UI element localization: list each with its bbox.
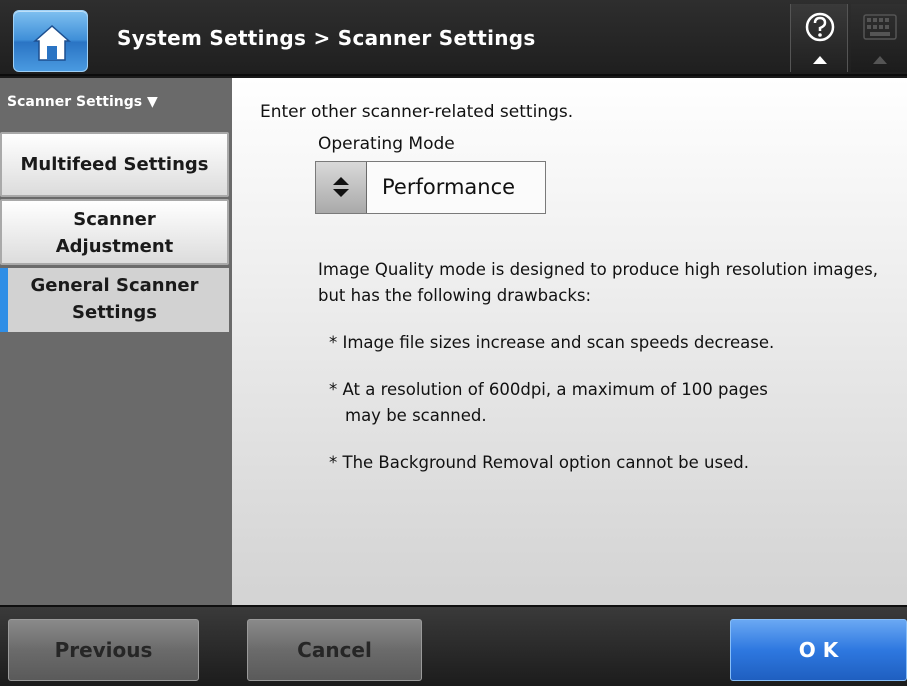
sidebar: Scanner Settings ▼ Multifeed Settings Sc…	[0, 78, 232, 605]
previous-button-label: Previous	[54, 638, 153, 662]
note-line: but has the following drawbacks:	[318, 286, 592, 305]
sidebar-item-label: Settings	[72, 302, 157, 323]
main-content: Enter other scanner-related settings. Op…	[232, 78, 907, 605]
up-down-arrow-icon	[333, 177, 349, 197]
sidebar-item-general-scanner-settings[interactable]: General Scanner Settings	[0, 268, 229, 332]
previous-button[interactable]: Previous	[8, 619, 199, 681]
operating-mode-select[interactable]: Performance	[315, 161, 546, 214]
drawback-item: * Image file sizes increase and scan spe…	[329, 333, 775, 352]
keyboard-button[interactable]	[851, 4, 907, 72]
sidebar-item-scanner-adjustment[interactable]: Scanner Adjustment	[0, 199, 229, 265]
help-button[interactable]	[790, 4, 848, 72]
page-title: System Settings > Scanner Settings	[117, 26, 536, 50]
ok-button[interactable]: O K	[730, 619, 907, 681]
title-bar: System Settings > Scanner Settings	[0, 0, 907, 76]
home-button[interactable]	[13, 10, 88, 72]
intro-text: Enter other scanner-related settings.	[260, 102, 574, 122]
note-line: Image Quality mode is designed to produc…	[318, 260, 879, 279]
home-icon	[33, 24, 71, 61]
help-icon	[805, 12, 835, 64]
sidebar-header[interactable]: Scanner Settings ▼	[7, 94, 158, 110]
ok-button-label: O K	[798, 638, 839, 662]
operating-mode-value: Performance	[382, 175, 516, 199]
sidebar-item-label: Adjustment	[55, 236, 174, 257]
cancel-button[interactable]: Cancel	[247, 619, 422, 681]
footer-bar: Previous Cancel O K	[0, 605, 907, 686]
operating-mode-label: Operating Mode	[318, 134, 455, 154]
sidebar-item-label: Scanner	[73, 209, 156, 230]
drawback-item: * At a resolution of 600dpi, a maximum o…	[329, 380, 768, 399]
drawback-item-continuation: may be scanned.	[345, 406, 487, 425]
sidebar-item-label: Multifeed Settings	[20, 154, 209, 175]
sidebar-item-multifeed-settings[interactable]: Multifeed Settings	[0, 132, 229, 197]
drawback-item: * The Background Removal option cannot b…	[329, 453, 749, 472]
cancel-button-label: Cancel	[297, 638, 372, 662]
select-toggle[interactable]	[316, 162, 367, 213]
keyboard-icon	[863, 14, 897, 64]
sidebar-item-label: General Scanner	[30, 275, 199, 296]
